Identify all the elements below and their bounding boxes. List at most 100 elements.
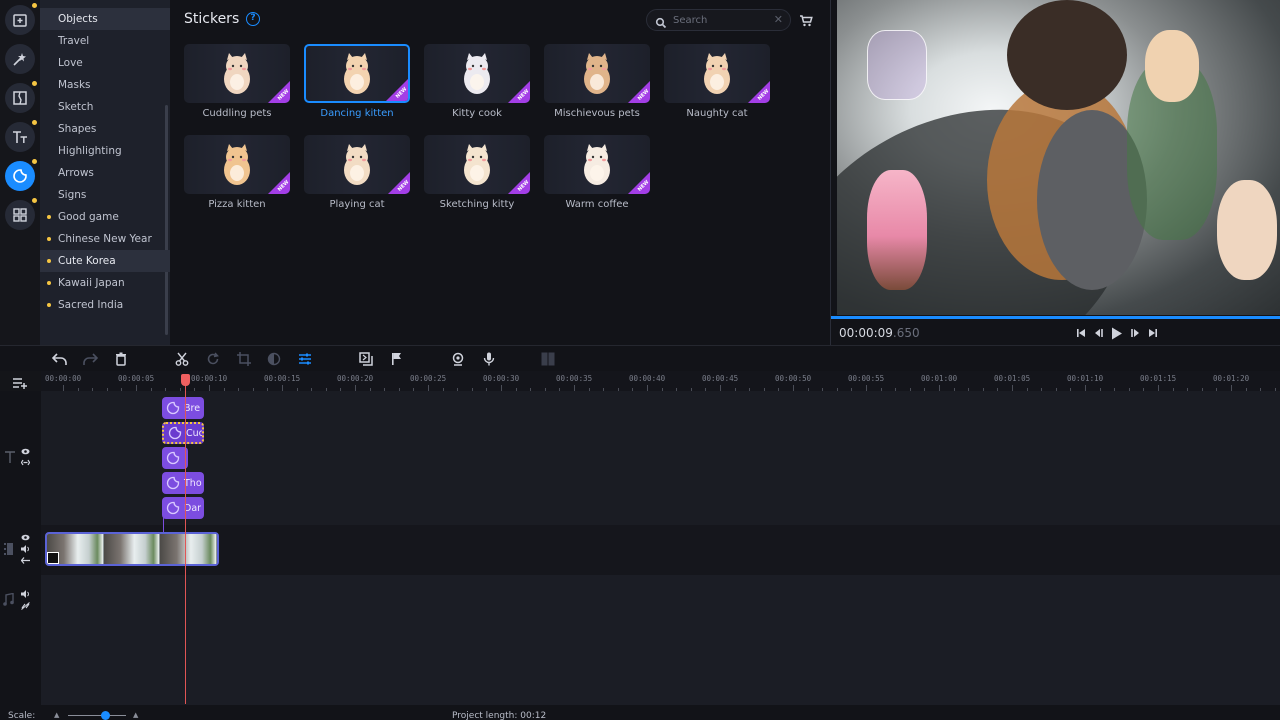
store-cart-icon[interactable]	[799, 12, 813, 31]
clip-label: Bre	[184, 402, 201, 414]
playhead-handle[interactable]	[181, 374, 190, 386]
sticker-clip[interactable]: Tho	[162, 472, 204, 494]
sticker-label: Pizza kitten	[208, 199, 266, 210]
audio-link-icon[interactable]	[21, 602, 30, 610]
new-content-dot	[32, 3, 37, 8]
sticker-card[interactable]: NEW Warm coffee	[544, 135, 650, 210]
playhead-line[interactable]	[185, 374, 186, 704]
cut-button[interactable]	[174, 351, 190, 367]
skip-to-start-button[interactable]	[1073, 325, 1089, 341]
rail-stickers-button[interactable]	[5, 159, 37, 191]
play-icon	[1112, 327, 1122, 339]
next-frame-button[interactable]	[1127, 325, 1143, 341]
rail-titles-button[interactable]	[5, 120, 37, 152]
sticker-card[interactable]: NEW Pizza kitten	[184, 135, 290, 210]
previous-frame-button[interactable]	[1091, 325, 1107, 341]
video-preview[interactable]	[837, 0, 1280, 315]
crop-button[interactable]	[236, 351, 252, 367]
sticker-card[interactable]: NEW Kitty cook	[424, 44, 530, 119]
zoom-in-icon[interactable]: ▲	[133, 711, 138, 719]
scale-slider-track[interactable]	[68, 715, 126, 716]
sticker-thumbnail: NEW	[304, 44, 410, 103]
rail-more-tools-button[interactable]	[5, 198, 37, 230]
rail-transitions-button[interactable]	[5, 81, 37, 113]
marker-button[interactable]	[389, 351, 405, 367]
sticker-art-icon	[464, 143, 490, 185]
om-sticker[interactable]	[867, 30, 927, 100]
sticker-card[interactable]: NEW Dancing kitten	[304, 44, 410, 119]
dancing-kitten-sticker[interactable]	[1145, 30, 1199, 102]
sticker-clip[interactable]: Dar	[162, 497, 204, 519]
scale-slider-knob[interactable]	[101, 711, 111, 720]
sticker-card[interactable]: NEW Naughty cat	[664, 44, 770, 119]
visibility-eye-icon[interactable]	[21, 534, 30, 541]
category-item[interactable]: Cute Korea	[40, 250, 170, 272]
category-item[interactable]: Sketch	[40, 96, 170, 118]
multicam-button[interactable]	[540, 351, 556, 367]
category-item[interactable]: Travel	[40, 30, 170, 52]
text-sticker-track[interactable]	[41, 391, 1280, 525]
video-track[interactable]	[41, 525, 1280, 575]
video-clip[interactable]	[45, 532, 219, 566]
visibility-eye-icon[interactable]	[21, 448, 30, 455]
clip-properties-button[interactable]	[297, 351, 313, 367]
category-item[interactable]: Highlighting	[40, 140, 170, 162]
volume-icon[interactable]	[21, 545, 30, 553]
category-item[interactable]: Chinese New Year	[40, 228, 170, 250]
sticker-card[interactable]: NEW Cuddling pets	[184, 44, 290, 119]
sticker-clip[interactable]: Cuc	[162, 422, 204, 444]
cuddling-pets-sticker[interactable]	[1217, 180, 1277, 280]
kawaii-girl-sticker[interactable]	[867, 170, 927, 290]
webcam-record-button[interactable]	[450, 351, 466, 367]
sticker-clip[interactable]: Bre	[162, 397, 204, 419]
category-item[interactable]: Sacred India	[40, 294, 170, 316]
grid-icon	[12, 207, 28, 223]
redo-button[interactable]	[82, 351, 98, 367]
link-icon[interactable]	[21, 459, 30, 466]
rail-import-button[interactable]	[5, 3, 37, 35]
ruler-label: 00:01:20	[1213, 374, 1250, 383]
category-item[interactable]: Masks	[40, 74, 170, 96]
rotate-icon	[207, 352, 219, 365]
category-item[interactable]: Good game	[40, 206, 170, 228]
volume-icon[interactable]	[21, 590, 30, 598]
category-item[interactable]: Love	[40, 52, 170, 74]
sticker-clip-icon	[166, 451, 180, 465]
skip-to-end-button[interactable]	[1145, 325, 1161, 341]
timeline-ruler[interactable]: 00:00:00 00:00:05 00:00:10 00:00:15 00:00:20…	[41, 371, 1280, 391]
sticker-label: Kitty cook	[452, 108, 502, 119]
transition-icon[interactable]	[47, 552, 59, 564]
detach-arrow-icon[interactable]	[21, 557, 30, 564]
category-item[interactable]: Kawaii Japan	[40, 272, 170, 294]
category-label: Kawaii Japan	[58, 277, 125, 289]
ruler-label: 00:00:50	[775, 374, 812, 383]
new-bullet	[47, 237, 51, 241]
help-icon[interactable]: ?	[246, 12, 260, 26]
overlay-button[interactable]	[358, 351, 374, 367]
text-track-header	[0, 391, 41, 525]
rotate-button[interactable]	[205, 351, 221, 367]
zoom-out-icon[interactable]: ▲	[54, 711, 59, 719]
audio-track[interactable]	[41, 575, 1280, 705]
timecode-ms: .650	[892, 326, 920, 340]
category-item[interactable]: Signs	[40, 184, 170, 206]
play-button[interactable]	[1109, 325, 1125, 341]
text-track-icon	[5, 451, 15, 463]
sticker-label: Sketching kitty	[439, 199, 515, 210]
sticker-card[interactable]: NEW Playing cat	[304, 135, 410, 210]
delete-button[interactable]	[113, 351, 129, 367]
color-adjust-button[interactable]	[266, 351, 282, 367]
sticker-card[interactable]: NEW Sketching kitty	[424, 135, 530, 210]
text-icon	[12, 129, 28, 145]
search-input[interactable]	[673, 12, 767, 28]
ruler-label: 00:01:15	[1140, 374, 1177, 383]
sticker-card[interactable]: NEW Mischievous pets	[544, 44, 650, 119]
category-item[interactable]: Arrows	[40, 162, 170, 184]
voice-record-button[interactable]	[481, 351, 497, 367]
preview-progress-bar[interactable]	[831, 316, 1280, 319]
clear-search-icon[interactable]: ✕	[774, 13, 783, 26]
undo-button[interactable]	[52, 351, 68, 367]
rail-effects-button[interactable]	[5, 44, 35, 74]
category-item[interactable]: Shapes	[40, 118, 170, 140]
category-item[interactable]: Objects	[40, 8, 170, 30]
